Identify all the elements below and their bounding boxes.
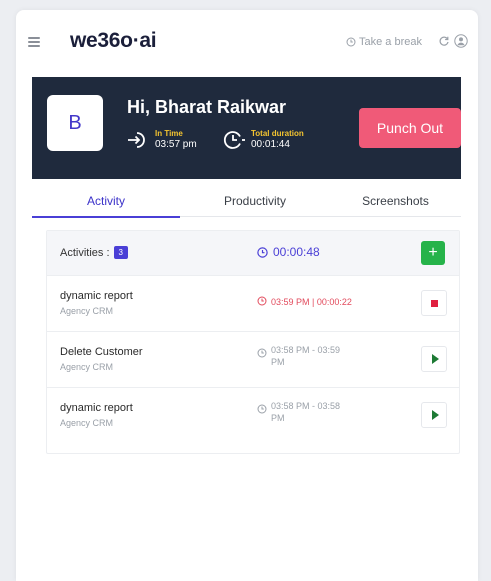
activities-label: Activities :	[60, 246, 110, 259]
avatar: B	[47, 95, 103, 151]
play-button[interactable]	[421, 346, 447, 372]
timer-icon	[257, 246, 268, 258]
app-logo: we36o·ai	[70, 29, 157, 52]
take-break-label: Take a break	[359, 36, 422, 48]
greeting: Hi, Bharat Raikwar	[127, 97, 287, 117]
clock-icon	[257, 404, 267, 414]
tab-productivity[interactable]: Productivity	[180, 185, 330, 217]
clock-icon	[257, 348, 267, 358]
stop-icon	[430, 299, 438, 307]
duration-value: 00:01:44	[251, 139, 290, 150]
take-break-button[interactable]: Take a break	[346, 36, 422, 48]
activity-list-header: Activities : 3 00:00:48 +	[47, 231, 459, 275]
activity-project: Agency CRM	[60, 306, 114, 316]
activity-project: Agency CRM	[60, 418, 114, 428]
activity-time: 03:58 PM - 03:58 PM	[257, 400, 407, 424]
activity-list: Activities : 3 00:00:48 + dynamic report…	[46, 230, 460, 454]
user-icon[interactable]	[454, 34, 468, 48]
activity-name: dynamic report	[60, 402, 133, 414]
menu-icon[interactable]	[28, 37, 40, 47]
activities-count-badge: 3	[113, 246, 128, 259]
activity-time-text: 03:58 PM - 03:58 PM	[271, 401, 341, 423]
stop-button[interactable]	[421, 290, 447, 316]
play-icon	[431, 410, 439, 420]
activity-name: dynamic report	[60, 290, 133, 302]
plus-icon: +	[428, 244, 438, 261]
activity-row[interactable]: dynamic report Agency CRM 03:59 PM | 00:…	[47, 275, 459, 331]
activity-row[interactable]: Delete Customer Agency CRM 03:58 PM - 03…	[47, 331, 459, 387]
total-time-value: 00:00:48	[273, 245, 320, 259]
punch-out-button[interactable]: Punch Out	[359, 108, 461, 148]
duration-label: Total duration	[251, 129, 304, 138]
add-activity-button[interactable]: +	[421, 241, 445, 265]
clock-icon	[257, 296, 267, 306]
activity-time-text: 03:58 PM - 03:59 PM	[271, 345, 341, 367]
activity-name: Delete Customer	[60, 346, 143, 358]
activities-count: Activities : 3	[60, 246, 128, 259]
duration-stat: Total duration 00:01:44	[223, 129, 304, 151]
activities-total-time: 00:00:48	[257, 245, 320, 259]
refresh-icon[interactable]	[438, 35, 450, 47]
tab-screenshots[interactable]: Screenshots	[330, 185, 461, 217]
in-time-label: In Time	[155, 129, 183, 138]
activity-time: 03:59 PM | 00:00:22	[257, 296, 407, 308]
in-time-stat: In Time 03:57 pm	[127, 129, 197, 151]
app-panel: we36o·ai Take a break B Hi, Bharat Raikw…	[16, 10, 478, 581]
play-button[interactable]	[421, 402, 447, 428]
login-icon	[128, 132, 145, 148]
play-icon	[431, 354, 439, 364]
user-header-card: B Hi, Bharat Raikwar In Time 03:57 pm To…	[32, 77, 461, 179]
clock-icon	[346, 37, 356, 47]
activity-time-text: 03:59 PM | 00:00:22	[271, 297, 352, 307]
tab-bar: Activity Productivity Screenshots	[32, 185, 461, 218]
activity-row[interactable]: dynamic report Agency CRM 03:58 PM - 03:…	[47, 387, 459, 443]
activity-project: Agency CRM	[60, 362, 114, 372]
in-time-value: 03:57 pm	[155, 139, 197, 150]
tab-activity[interactable]: Activity	[32, 185, 180, 218]
top-bar: we36o·ai Take a break	[16, 10, 478, 72]
timer-icon	[223, 131, 245, 149]
activity-time: 03:58 PM - 03:59 PM	[257, 344, 407, 368]
